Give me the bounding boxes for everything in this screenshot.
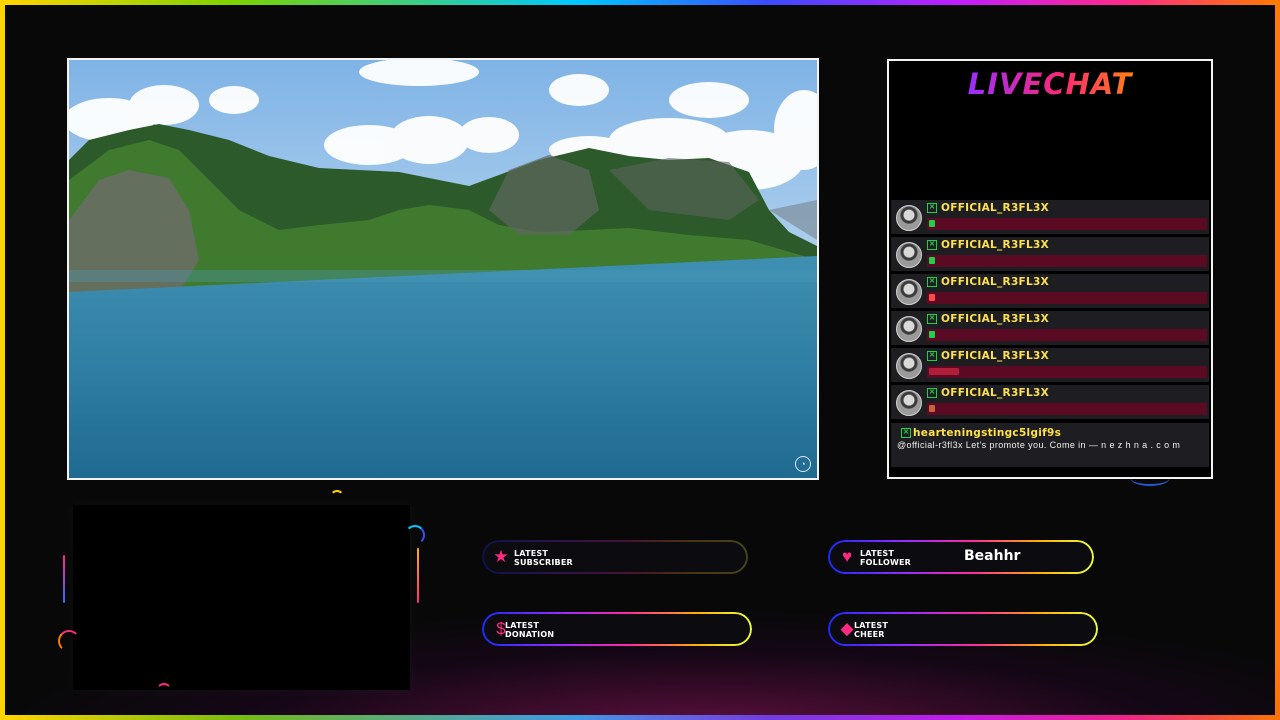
emote-icon (929, 257, 935, 264)
latest-follower-label: LATEST FOLLOWER (860, 549, 912, 567)
badge-icon: ✕ (927, 314, 937, 324)
latest-cheer-box: ◆ LATEST CHEER (828, 612, 1098, 646)
chat-username: hearteningstingc5lgif9s (913, 427, 1062, 439)
chat-message: ✕ OFFICIAL_R3FL3X (891, 385, 1209, 419)
chat-message-text: @official-r3fl3x Let's promote you. Come… (897, 440, 1181, 450)
chat-message: ✕ OFFICIAL_R3FL3X (891, 200, 1209, 234)
label-line2: SUBSCRIBER (514, 557, 573, 567)
chat-username: OFFICIAL_R3FL3X (941, 276, 1050, 288)
chat-message: ✕ OFFICIAL_R3FL3X (891, 311, 1209, 345)
emote-icon (929, 331, 935, 338)
latest-donation-label: LATEST DONATION (505, 621, 555, 639)
blue-glow-accent (1130, 470, 1170, 486)
emote-icon (929, 294, 935, 301)
latest-cheer-label: LATEST CHEER (854, 621, 888, 639)
badge-icon: ✕ (927, 240, 937, 250)
livechat-title: LIVECHAT (889, 67, 1211, 101)
chat-message: ✕ OFFICIAL_R3FL3X (891, 348, 1209, 382)
badge-icon: ✕ (927, 203, 937, 213)
chat-username: OFFICIAL_R3FL3X (941, 239, 1050, 251)
emote-icon (929, 368, 959, 375)
chat-message: ✕ OFFICIAL_R3FL3X (891, 237, 1209, 271)
label-line2: DONATION (505, 629, 555, 639)
latest-follower-value: Beahhr (964, 548, 1021, 564)
star-icon: ★ (493, 547, 509, 566)
latest-subscriber-box: ★ LATEST SUBSCRIBER (482, 540, 748, 574)
ring-accent (156, 683, 172, 699)
chat-message-body (927, 218, 1207, 230)
avatar (896, 316, 922, 342)
latest-donation-box: $ LATEST DONATION (482, 612, 752, 646)
livechat-panel: LIVECHAT ✕ OFFICIAL_R3FL3X ✕ OFFICIAL_R3… (887, 59, 1213, 479)
badge-icon: ✕ (901, 428, 911, 438)
webcam-frame (73, 505, 410, 690)
chat-message-body (927, 366, 1207, 378)
video-feed: ◔ (67, 58, 819, 480)
emote-icon (929, 220, 935, 227)
chat-message-latest: ✕ hearteningstingc5lgif9s @official-r3fl… (891, 423, 1209, 467)
ring-accent (58, 630, 80, 652)
avatar (896, 353, 922, 379)
avatar (896, 279, 922, 305)
chat-username: OFFICIAL_R3FL3X (941, 202, 1050, 214)
chat-username: OFFICIAL_R3FL3X (941, 387, 1050, 399)
ring-accent (405, 525, 425, 545)
video-watermark-icon: ◔ (795, 456, 811, 472)
pink-spark-accent (63, 555, 65, 603)
avatar (896, 390, 922, 416)
label-line2: FOLLOWER (860, 557, 912, 567)
emote-icon (929, 405, 935, 412)
latest-subscriber-label: LATEST SUBSCRIBER (514, 549, 573, 567)
heart-icon: ♥ (841, 547, 853, 566)
chat-message: ✕ OFFICIAL_R3FL3X (891, 274, 1209, 308)
avatar (896, 242, 922, 268)
avatar (896, 205, 922, 231)
chat-username: OFFICIAL_R3FL3X (941, 313, 1050, 325)
badge-icon: ✕ (927, 351, 937, 361)
ring-accent (330, 490, 344, 504)
chat-message-list: ✕ OFFICIAL_R3FL3X ✕ OFFICIAL_R3FL3X ✕ OF… (891, 200, 1209, 422)
video-scene (69, 60, 817, 478)
chat-message-body (927, 255, 1207, 267)
label-line2: CHEER (854, 629, 885, 639)
badge-icon: ✕ (927, 388, 937, 398)
orange-spark-accent (417, 548, 419, 603)
chat-message-body (927, 329, 1207, 341)
chat-message-body (927, 403, 1207, 415)
badge-icon: ✕ (927, 277, 937, 287)
latest-follower-box: ♥ LATEST FOLLOWER Beahhr (828, 540, 1094, 574)
chat-username: OFFICIAL_R3FL3X (941, 350, 1050, 362)
chat-message-body (927, 292, 1207, 304)
